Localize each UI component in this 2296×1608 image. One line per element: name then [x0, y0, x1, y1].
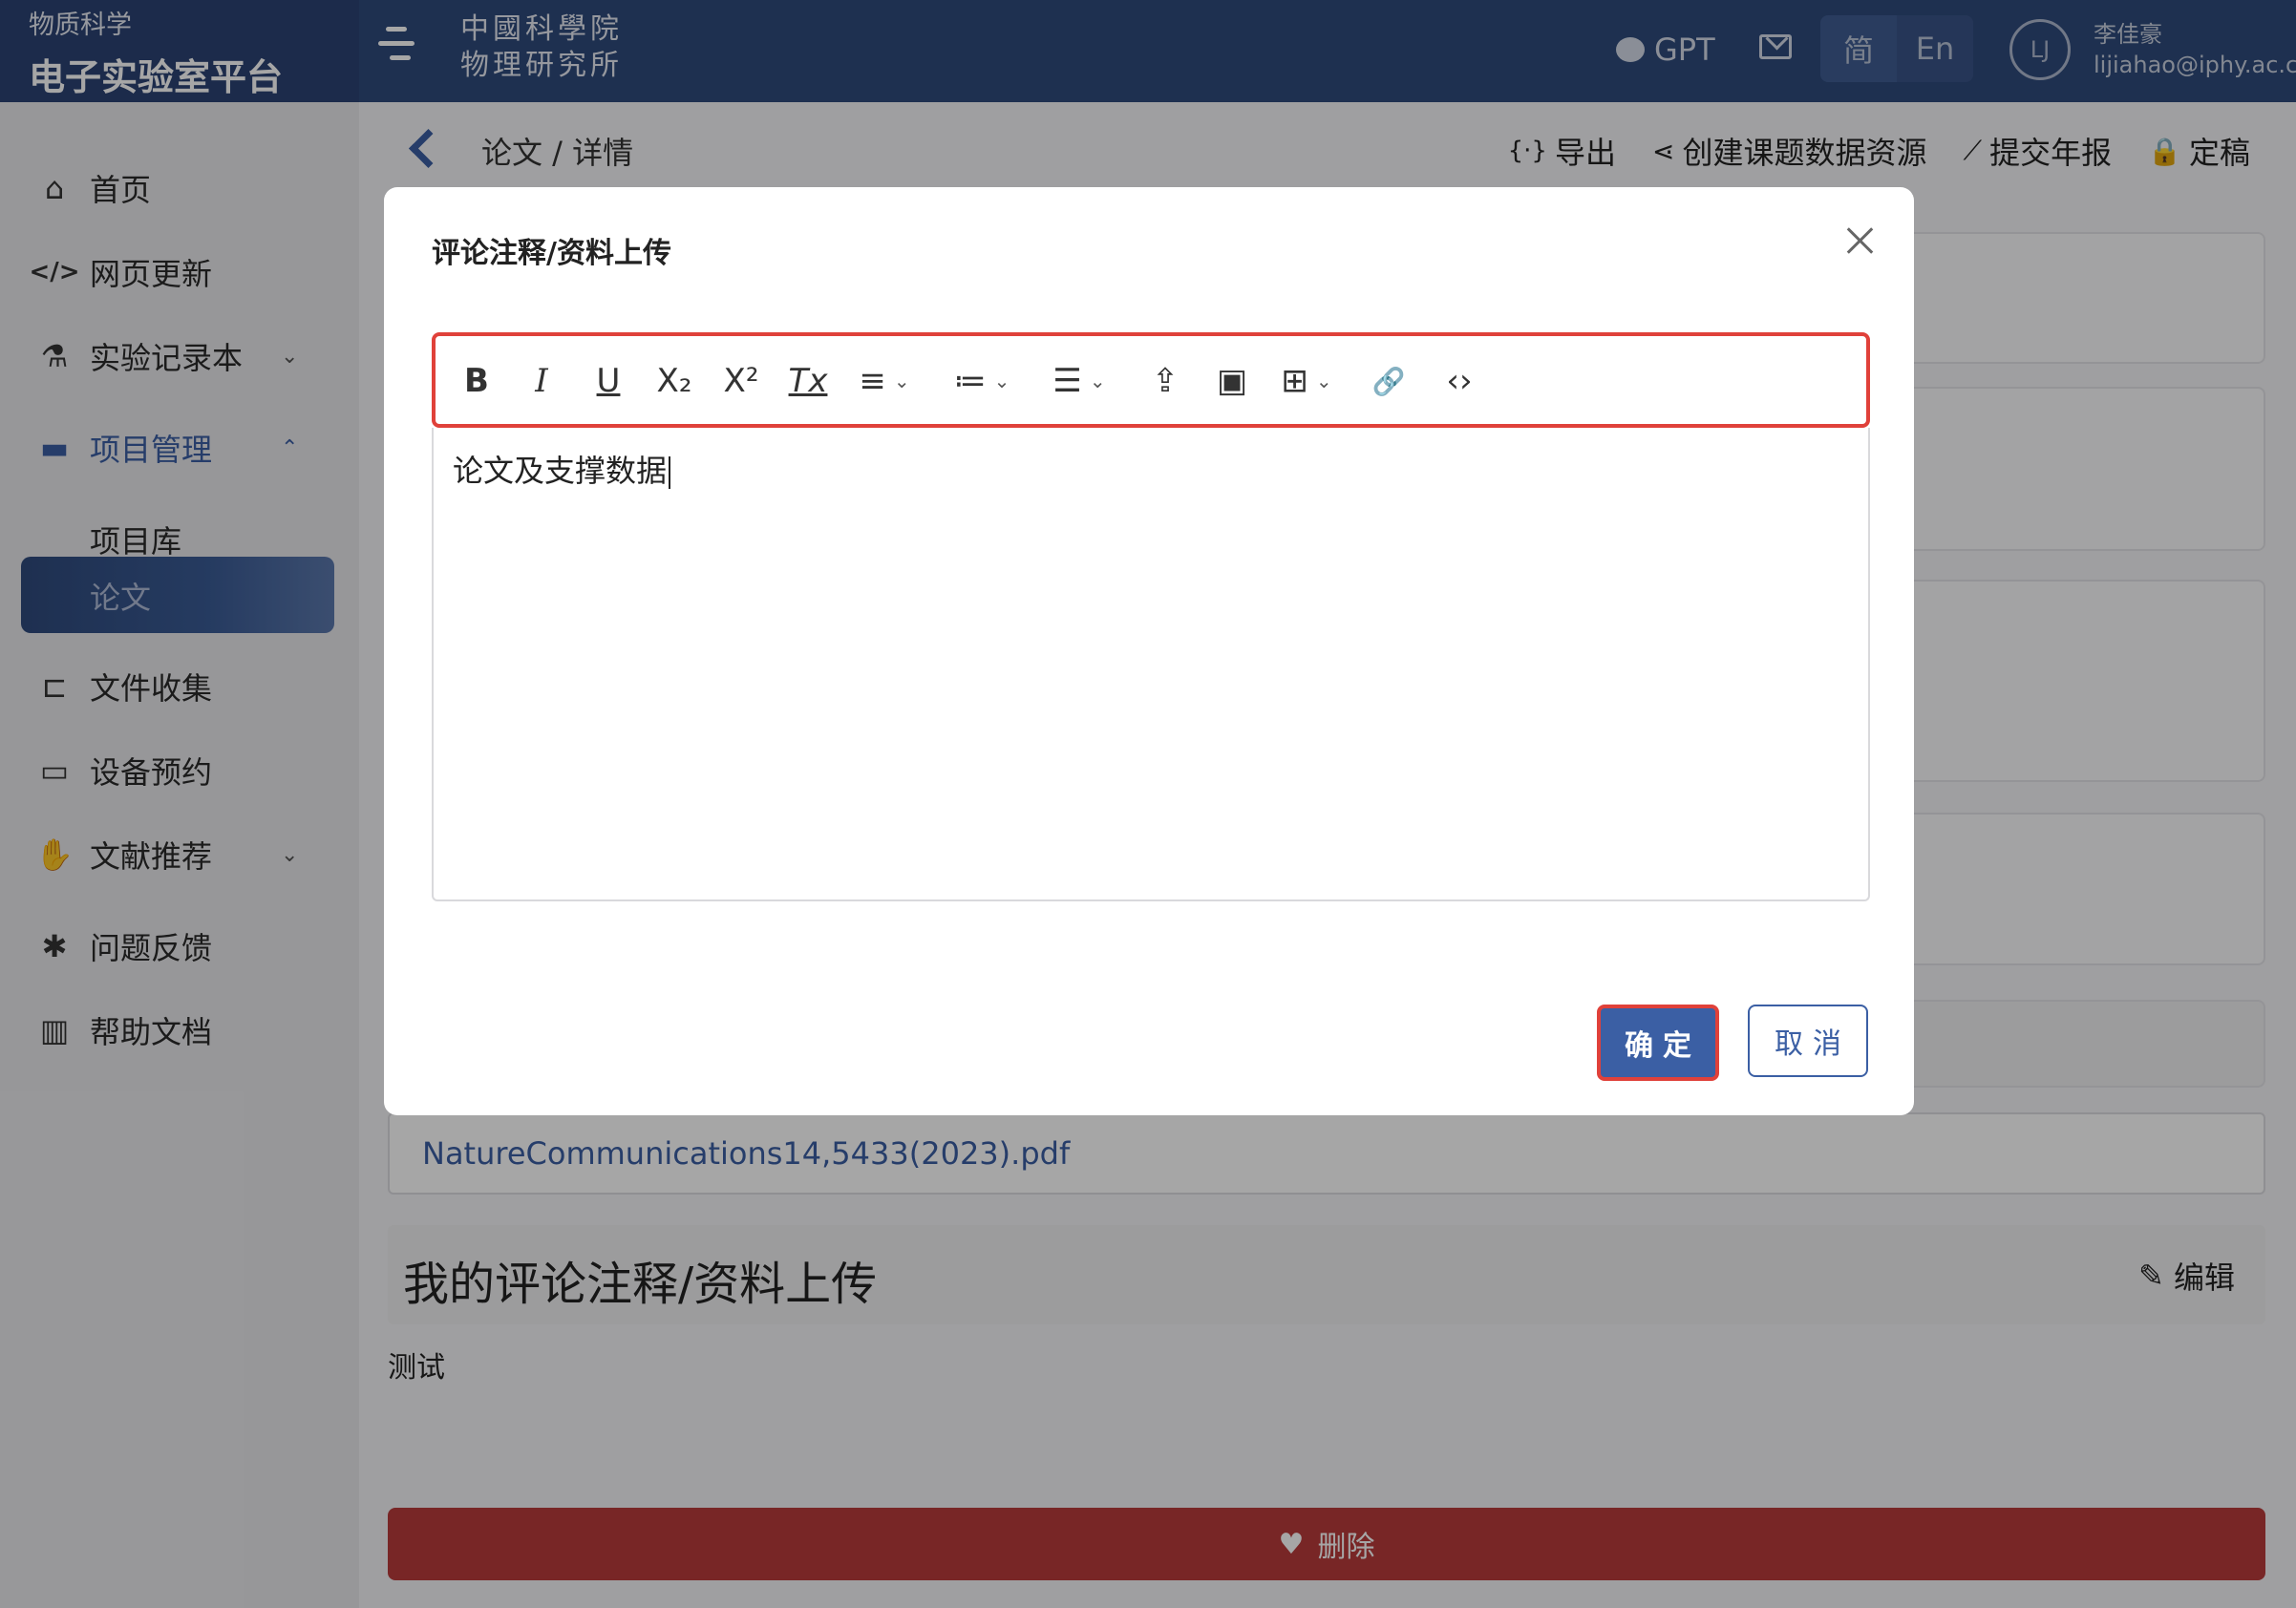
- editor-toolbar: B I U X₂ X² Tx ≡ ⌄ ≔ ⌄ ☰ ⌄ ⇪ ▣ ⊞ ⌄ 🔗 ‹›: [432, 332, 1870, 428]
- chevron-down-icon: ⌄: [1089, 370, 1106, 392]
- italic-button[interactable]: I: [518, 357, 565, 405]
- cancel-button[interactable]: 取消: [1748, 1005, 1868, 1077]
- table-icon: ⊞: [1281, 362, 1308, 400]
- code-view-icon[interactable]: ‹›: [1433, 357, 1486, 405]
- upload-icon[interactable]: ⇪: [1138, 357, 1192, 405]
- comment-upload-dialog: 评论注释/资料上传 B I U X₂ X² Tx ≡ ⌄ ≔ ⌄ ☰ ⌄ ⇪ ▣ ⊞ ⌄…: [384, 187, 1914, 1115]
- chevron-down-icon: ⌄: [1315, 370, 1332, 392]
- chevron-down-icon: ⌄: [993, 370, 1010, 392]
- dialog-title: 评论注释/资料上传: [432, 237, 671, 270]
- close-icon[interactable]: [1841, 222, 1880, 260]
- align-left-icon: ≡: [859, 362, 886, 400]
- confirm-button[interactable]: 确定: [1597, 1005, 1719, 1081]
- clear-format-button[interactable]: Tx: [781, 357, 835, 405]
- bold-button[interactable]: B: [453, 357, 500, 405]
- bullet-list-icon: ☰: [1052, 362, 1082, 400]
- chevron-down-icon: ⌄: [893, 370, 910, 392]
- link-icon[interactable]: 🔗: [1362, 357, 1415, 405]
- superscript-button[interactable]: X²: [714, 357, 768, 405]
- ordered-list-dropdown[interactable]: ≔ ⌄: [942, 357, 1022, 405]
- subscript-button[interactable]: X₂: [648, 357, 701, 405]
- bullet-list-dropdown[interactable]: ☰ ⌄: [1039, 357, 1119, 405]
- ordered-list-icon: ≔: [953, 362, 987, 400]
- underline-button[interactable]: U: [585, 357, 632, 405]
- image-icon[interactable]: ▣: [1205, 357, 1259, 405]
- editor-content[interactable]: 论文及支撑数据: [453, 447, 670, 491]
- rich-text-editor[interactable]: 论文及支撑数据: [432, 428, 1870, 901]
- table-dropdown[interactable]: ⊞ ⌄: [1268, 357, 1345, 405]
- align-dropdown[interactable]: ≡ ⌄: [844, 357, 925, 405]
